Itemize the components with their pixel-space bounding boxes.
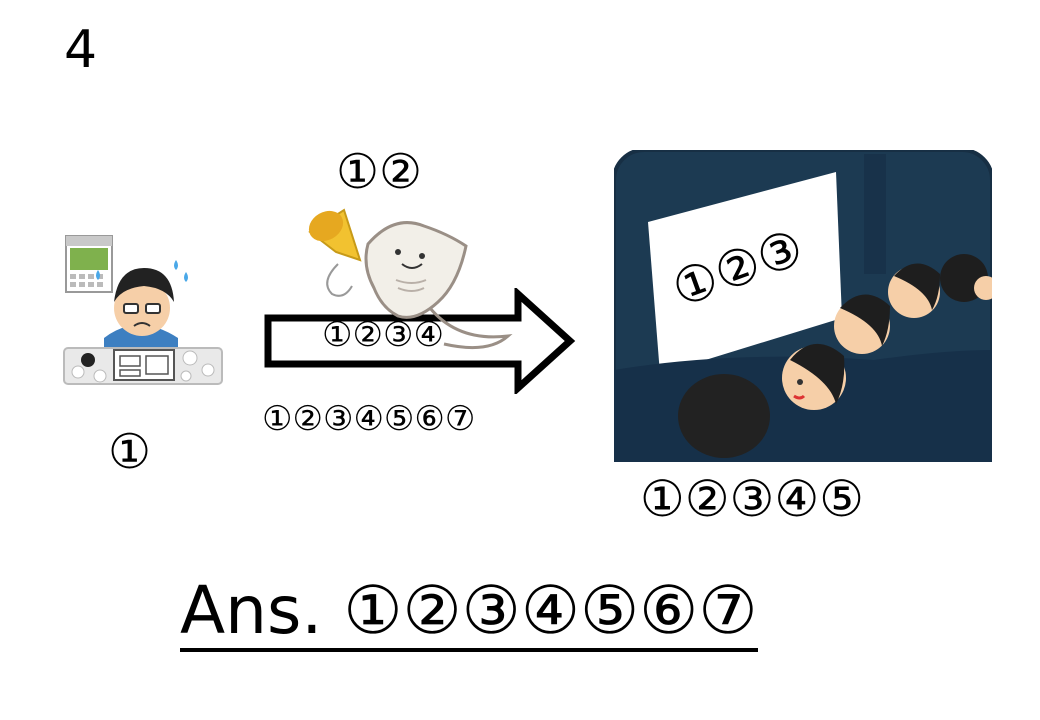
- left-label: ①: [108, 424, 152, 480]
- arrow-label: ①②③④: [322, 315, 444, 355]
- problem-number: 4: [64, 20, 98, 80]
- right-label: ①②③④⑤: [640, 470, 865, 528]
- under-arrow-label: ①②③④⑤⑥⑦: [262, 399, 476, 439]
- movie-theater-audience-icon: [614, 150, 992, 462]
- worried-artist-at-desk-icon: [63, 235, 223, 385]
- answer-text: Ans. ①②③④⑤⑥⑦: [180, 578, 758, 652]
- top-label: ①②: [336, 144, 423, 200]
- movie-theater-scene: ①②③: [614, 150, 992, 462]
